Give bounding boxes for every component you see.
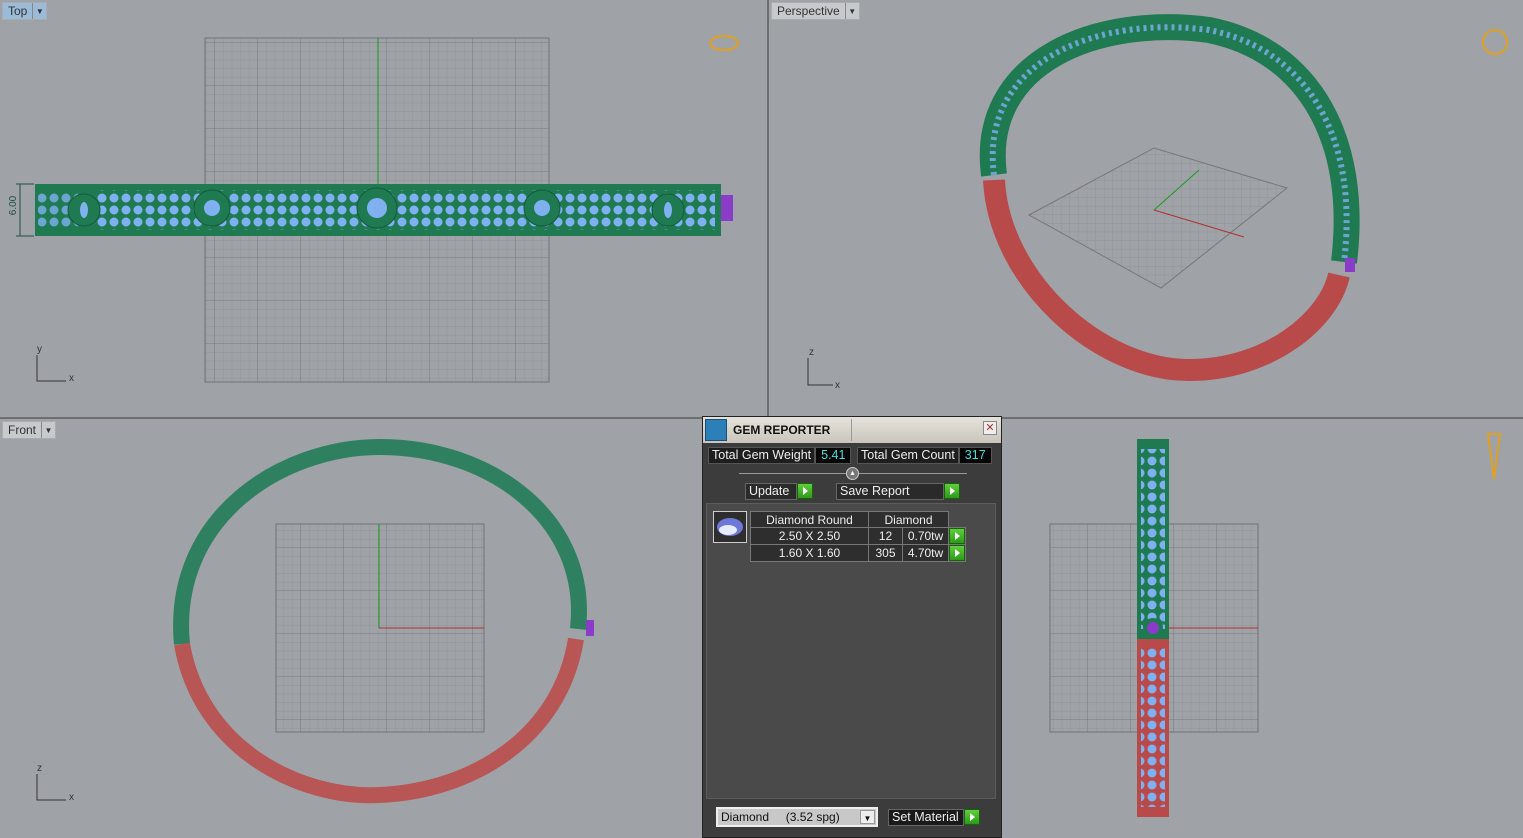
axis-x-label: x xyxy=(835,380,840,391)
update-button[interactable]: Update xyxy=(745,483,813,500)
viewport-top[interactable]: Top ▼ 6.00 y x xyxy=(0,0,767,417)
material-value: Diamond (3.52 spg) xyxy=(721,810,840,824)
gem-count: 12 xyxy=(868,527,903,545)
gem-size: 1.60 X 1.60 xyxy=(750,544,869,562)
gem-weight: 0.70tw xyxy=(902,527,949,545)
total-count-value: 317 xyxy=(958,447,992,464)
material-select[interactable]: Diamond (3.52 spg) ▼ xyxy=(716,807,878,827)
axis-x-label: x xyxy=(69,373,74,384)
diamond-round-gem-icon xyxy=(713,511,747,543)
gem-reporter-logo-icon xyxy=(705,419,727,441)
dropdown-icon[interactable]: ▼ xyxy=(32,3,46,19)
viewport-front[interactable]: Front ▼ z x xyxy=(0,419,702,838)
viewport-right[interactable] xyxy=(1002,419,1523,838)
total-gem-weight: Total Gem Weight 5.41 xyxy=(708,447,852,464)
table-row: 2.50 X 2.50 12 0.70tw xyxy=(750,527,966,545)
gem-list: Diamond Round Diamond 2.50 X 2.50 12 0.70tw… xyxy=(706,503,996,799)
ring-view-icon xyxy=(1486,433,1502,480)
total-weight-label: Total Gem Weight xyxy=(708,447,816,464)
total-gem-count: Total Gem Count 317 xyxy=(857,447,992,464)
viewport-label-perspective[interactable]: Perspective ▼ xyxy=(771,2,860,20)
axis-y-label: y xyxy=(37,344,42,355)
axis-z-label: z xyxy=(809,347,814,358)
header-material: Diamond xyxy=(868,511,949,528)
close-button[interactable]: ✕ xyxy=(983,421,997,435)
viewport-title: Perspective xyxy=(777,4,840,18)
viewport-label-top[interactable]: Top ▼ xyxy=(2,2,48,20)
table-row: 1.60 X 1.60 305 4.70tw xyxy=(750,544,966,562)
axis-x-label: x xyxy=(69,792,74,803)
chevron-down-icon[interactable]: ▼ xyxy=(860,810,875,824)
play-icon[interactable] xyxy=(944,483,960,499)
header-shape: Diamond Round xyxy=(750,511,869,528)
axis-z-label: z xyxy=(37,763,42,774)
total-count-label: Total Gem Count xyxy=(857,447,959,464)
set-material-label: Set Material xyxy=(888,809,964,826)
collapse-toggle-icon[interactable]: ▲ xyxy=(846,467,859,480)
dropdown-icon[interactable]: ▼ xyxy=(844,3,859,19)
ring-view-icon xyxy=(1482,29,1508,55)
update-label: Update xyxy=(745,483,797,500)
gem-weight: 4.70tw xyxy=(902,544,949,562)
gem-table: Diamond Round Diamond 2.50 X 2.50 12 0.70tw… xyxy=(750,511,966,562)
panel-title: GEM REPORTER xyxy=(733,423,831,437)
gem-size: 2.50 X 2.50 xyxy=(750,527,869,545)
play-icon[interactable] xyxy=(964,809,980,825)
ring-view-icon xyxy=(709,35,739,51)
gem-count: 305 xyxy=(868,544,903,562)
save-report-label: Save Report xyxy=(836,483,944,500)
play-icon[interactable] xyxy=(797,483,813,499)
viewport-title: Top xyxy=(8,4,28,18)
table-header: Diamond Round Diamond xyxy=(750,511,966,528)
set-material-button[interactable]: Set Material xyxy=(888,809,980,826)
save-report-button[interactable]: Save Report xyxy=(836,483,960,500)
viewport-label-front[interactable]: Front ▼ xyxy=(2,421,57,439)
total-weight-value: 5.41 xyxy=(815,447,852,464)
panel-titlebar[interactable]: GEM REPORTER ✕ xyxy=(703,417,1001,443)
gem-reporter-panel: GEM REPORTER ✕ Total Gem Weight 5.41 Tota… xyxy=(702,416,1002,838)
viewport-perspective[interactable]: Perspective ▼ z x xyxy=(769,0,1523,417)
viewport-title: Front xyxy=(8,423,37,437)
row-select-button[interactable] xyxy=(949,528,965,544)
dropdown-icon[interactable]: ▼ xyxy=(41,422,55,438)
row-select-button[interactable] xyxy=(949,545,965,561)
dimension-label: 6.00 xyxy=(8,195,20,216)
